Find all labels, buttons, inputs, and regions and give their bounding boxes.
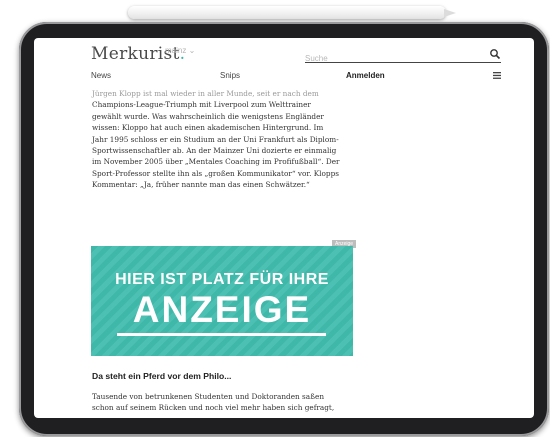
ad-banner[interactable]: HIER IST PLATZ FÜR IHRE ANZEIGE (91, 246, 353, 356)
ad-title: ANZEIGE (132, 289, 312, 330)
search-icon[interactable] (489, 48, 501, 60)
article-line: Jahr 1995 schloss er ein Studium an der … (92, 134, 339, 144)
article-line: Sportwissenschaftler ab. An der Mainzer … (92, 146, 337, 156)
teaser-text: Tausende von betrunkenen Studenten und D… (92, 391, 354, 414)
tablet-device: Merkurist. mainz ⌄ News Snips Anmelden (19, 22, 549, 436)
search-input[interactable] (305, 52, 475, 65)
region-selector[interactable]: mainz ⌄ (165, 46, 195, 55)
region-label: mainz (165, 46, 187, 55)
main-navigation: News Snips Anmelden (34, 69, 534, 87)
tablet-screen: Merkurist. mainz ⌄ News Snips Anmelden (34, 38, 534, 418)
ad-headline: HIER IST PLATZ FÜR IHRE (115, 271, 329, 288)
teaser-title[interactable]: Da steht ein Pferd vor dem Philo... (92, 371, 231, 381)
ad-underline (117, 333, 326, 336)
article-line: Sport-Professor stellte ihn als „großen … (92, 168, 339, 178)
article-line: im November 2005 über „Mentales Coaching… (92, 157, 340, 167)
nav-snips[interactable]: Snips (220, 71, 240, 80)
nav-news[interactable]: News (91, 71, 111, 80)
article-line: Jürgen Klopp ist mal wieder in aller Mun… (92, 89, 319, 98)
article-body: Jürgen Klopp ist mal wieder in aller Mun… (92, 88, 360, 191)
article-line: Champions-League-Triumph mit Liverpool z… (92, 100, 311, 110)
article-line: wissen: Kloppo hat auch einen akademisch… (92, 123, 324, 133)
search-bar (305, 48, 501, 65)
teaser-line: Tausende von betrunkenen Studenten und D… (92, 392, 325, 401)
article-line: gewählt wurde. Was wahrscheinlich die we… (92, 111, 324, 121)
article-line: Kommentar: „Ja, früher nannte man das ei… (92, 180, 310, 190)
chevron-down-icon: ⌄ (188, 46, 196, 55)
stylus-tip (444, 9, 456, 17)
hamburger-menu-icon[interactable] (493, 72, 501, 79)
login-link[interactable]: Anmelden (346, 71, 385, 80)
stylus-pencil (128, 6, 456, 19)
teaser-line: schon auf seinem Rücken und noch viel me… (92, 403, 335, 413)
